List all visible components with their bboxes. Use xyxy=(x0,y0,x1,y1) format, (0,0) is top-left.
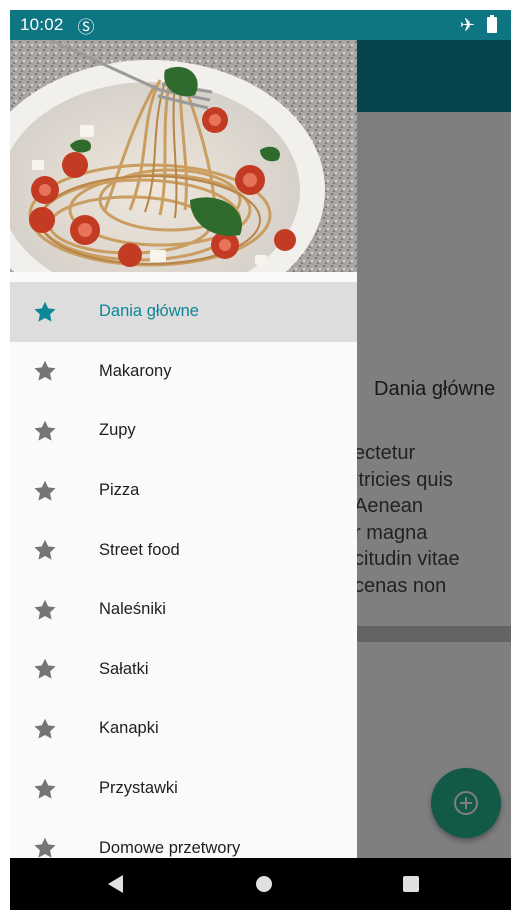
menu-item-kanapki[interactable]: Kanapki xyxy=(10,699,357,759)
star-icon xyxy=(34,778,56,799)
menu-item-label: Kanapki xyxy=(99,719,159,738)
menu-item-label: Zupy xyxy=(99,421,136,440)
menu-item-nalesniki[interactable]: Naleśniki xyxy=(10,580,357,640)
airplane-icon: ✈ xyxy=(459,15,475,35)
spaghetti-photo xyxy=(10,40,357,272)
home-circle-icon[interactable] xyxy=(256,876,272,892)
status-icons: ✈ xyxy=(459,15,497,35)
menu-item-salatki[interactable]: Sałatki xyxy=(10,640,357,700)
menu-item-label: Sałatki xyxy=(99,659,149,678)
menu-item-label: Pizza xyxy=(99,481,140,500)
menu-item-przystawki[interactable]: Przystawki xyxy=(10,759,357,819)
menu-item-pizza[interactable]: Pizza xyxy=(10,461,357,521)
star-icon xyxy=(34,659,56,680)
recents-square-icon[interactable] xyxy=(403,876,419,892)
drawer-header-image xyxy=(10,40,357,272)
app-screen: Dania główne ectetur ltricies quis Aenea… xyxy=(10,10,511,910)
star-icon xyxy=(34,420,56,441)
menu-item-zupy[interactable]: Zupy xyxy=(10,401,357,461)
star-icon xyxy=(34,539,56,560)
star-icon xyxy=(34,718,56,739)
menu-item-street-food[interactable]: Street food xyxy=(10,520,357,580)
menu-item-label: Makarony xyxy=(99,361,172,380)
menu-item-label: Street food xyxy=(99,540,180,559)
navigation-drawer: Dania główne Makarony Zupy Pizza Street … xyxy=(10,40,357,858)
drawer-menu: Dania główne Makarony Zupy Pizza Street … xyxy=(10,272,357,858)
menu-item-label: Naleśniki xyxy=(99,600,166,619)
star-icon xyxy=(34,837,56,858)
status-time: 10:02 xyxy=(20,15,64,34)
menu-item-makarony[interactable]: Makarony xyxy=(10,342,357,402)
star-icon xyxy=(34,599,56,620)
back-triangle-icon[interactable] xyxy=(108,875,123,893)
system-nav-bar xyxy=(10,858,511,910)
star-icon xyxy=(34,301,56,322)
sim-card-icon: Ⓢ xyxy=(77,17,95,37)
menu-item-domowe-przetwory[interactable]: Domowe przetwory xyxy=(10,818,357,858)
menu-item-label: Przystawki xyxy=(99,779,178,798)
star-icon xyxy=(34,361,56,382)
status-bar: 10:02 Ⓢ ✈ xyxy=(10,10,511,40)
star-icon xyxy=(34,480,56,501)
menu-item-label: Dania główne xyxy=(99,302,199,321)
menu-item-dania-glowne[interactable]: Dania główne xyxy=(10,282,357,342)
battery-full-icon xyxy=(487,15,497,33)
menu-item-label: Domowe przetwory xyxy=(99,838,241,857)
